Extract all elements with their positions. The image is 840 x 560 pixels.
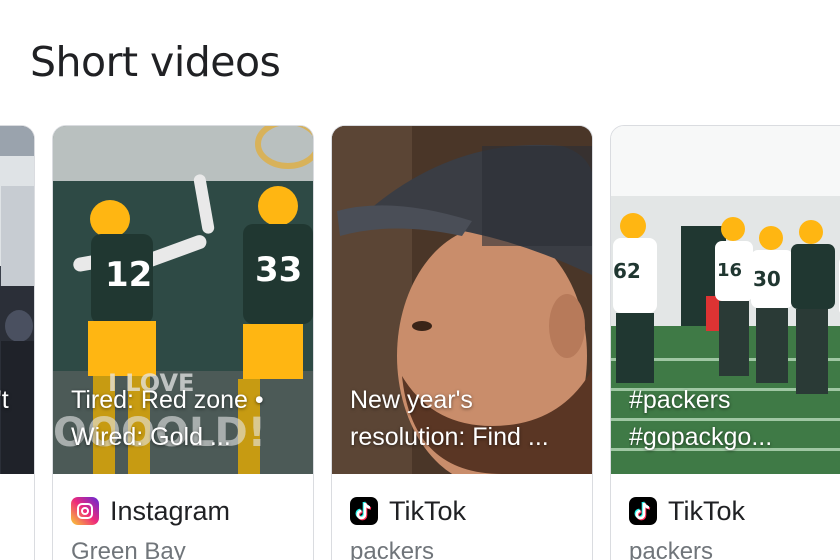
video-source[interactable]: TikTok [629, 494, 745, 528]
caption-line-1: #packers [629, 386, 731, 414]
tiktok-icon [350, 497, 378, 525]
video-thumbnail[interactable]: 12 33 I LOVE OOOOLD! Tired: Red zone • W… [53, 126, 313, 474]
source-name: TikTok [668, 495, 746, 526]
caption-line-1: 't [0, 386, 9, 414]
video-card-instagram[interactable]: 12 33 I LOVE OOOOLD! Tired: Red zone • W… [52, 125, 314, 560]
section-title: Short videos [30, 38, 281, 86]
caption-line-1: Tired: Red zone • [71, 386, 264, 414]
jersey-number-62: 62 [613, 259, 641, 283]
video-source[interactable]: TikTok [350, 494, 466, 528]
instagram-icon [71, 497, 99, 525]
video-source[interactable]: Instagram [71, 494, 230, 528]
source-name: Instagram [110, 495, 231, 526]
caption-line-2: #gopackgo... [629, 423, 773, 451]
jersey-number-16: 16 [717, 260, 742, 281]
video-card-tiktok-2[interactable]: 62 16 30 #packers #gopackgo... TikTok pa… [610, 125, 840, 560]
caption-line-1: New year's [350, 386, 473, 414]
short-videos-carousel: 't 12 [0, 125, 840, 560]
video-thumbnail[interactable]: 't [0, 126, 34, 474]
tiktok-icon [629, 497, 657, 525]
jersey-number-33: 33 [255, 250, 302, 290]
caption-line-2: Wired: Gold ... [71, 423, 231, 451]
video-subline: packers [350, 538, 435, 560]
video-subline: Green Bay [71, 538, 186, 560]
caption-line-2: resolution: Find ... [350, 423, 549, 451]
video-subline: packers [629, 538, 714, 560]
video-thumbnail[interactable]: New year's resolution: Find ... [332, 126, 592, 474]
jersey-number-12: 12 [105, 255, 152, 295]
source-name: TikTok [389, 495, 467, 526]
jersey-number-30: 30 [753, 267, 781, 291]
video-thumbnail[interactable]: 62 16 30 #packers #gopackgo... [611, 126, 840, 474]
video-card-tiktok-1[interactable]: New year's resolution: Find ... TikTok p… [331, 125, 593, 560]
video-card-partial[interactable]: 't [0, 125, 35, 560]
